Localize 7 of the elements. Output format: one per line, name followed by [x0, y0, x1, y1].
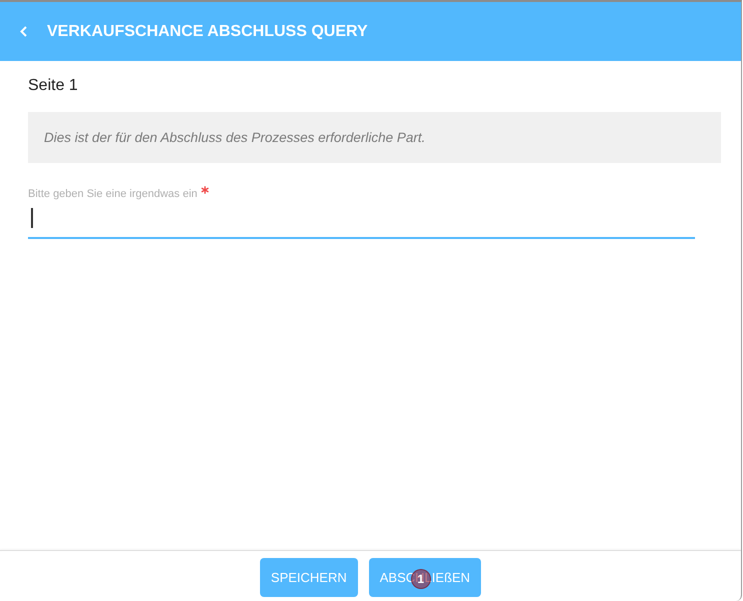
info-text: Dies ist der für den Abschluss des Prozesses erforderliche Part. [44, 130, 426, 145]
page-heading: Seite 1 [28, 77, 78, 94]
dialog-title: VERKAUFSCHANCE ABSCHLUSS QUERY [47, 22, 368, 40]
text-field[interactable]: Bitte geben Sie eine irgendwas ein [28, 187, 695, 239]
chevron-left-icon [20, 26, 26, 37]
field-label: Bitte geben Sie eine irgendwas ein [28, 187, 198, 201]
save-button[interactable]: SPEICHERN [260, 558, 358, 597]
